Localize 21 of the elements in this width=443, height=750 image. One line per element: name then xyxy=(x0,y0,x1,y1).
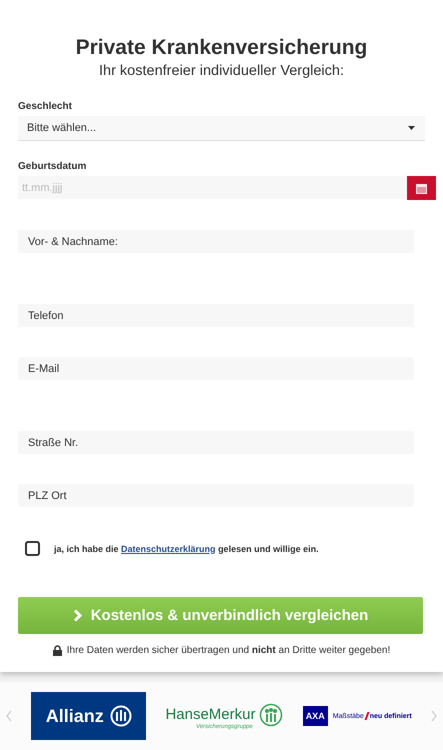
gender-select[interactable]: Bitte wählen... xyxy=(18,116,425,141)
text-field[interactable]: PLZ Ort xyxy=(18,484,414,507)
form-subtitle: Ihr kostenfreier individueller Vergleich: xyxy=(98,63,345,79)
form-title: Private Krankenversicherung xyxy=(74,36,368,60)
chevron-icon xyxy=(72,609,83,622)
lock-icon xyxy=(52,645,62,656)
text-field[interactable]: Telefon xyxy=(18,304,414,327)
consent-checkbox[interactable] xyxy=(25,541,40,556)
date-field[interactable]: tt.mm.jjjj xyxy=(18,176,407,199)
text-field[interactable]: Vor- & Nachname: xyxy=(18,230,414,253)
privacy-note: Ihre Daten werden sicher übertragen und nicht an Dritte weiter gegeben! xyxy=(66,645,390,656)
caret-icon xyxy=(408,126,415,130)
text-field[interactable]: E-Mail xyxy=(18,357,414,380)
calendar-button[interactable] xyxy=(407,176,436,200)
field-label: Geburtsdatum xyxy=(18,161,88,172)
privacy-link[interactable]: Datenschutzerklärung xyxy=(121,544,216,554)
allianz-logo: Allianz xyxy=(31,692,146,740)
consent-text: ja, ich habe die Datenschutzerklärung gelesen und willige ein. xyxy=(54,544,319,554)
field-label: Geschlecht xyxy=(18,101,73,112)
calendar-icon xyxy=(416,182,427,194)
text-field[interactable]: Straße Nr. xyxy=(18,431,414,454)
